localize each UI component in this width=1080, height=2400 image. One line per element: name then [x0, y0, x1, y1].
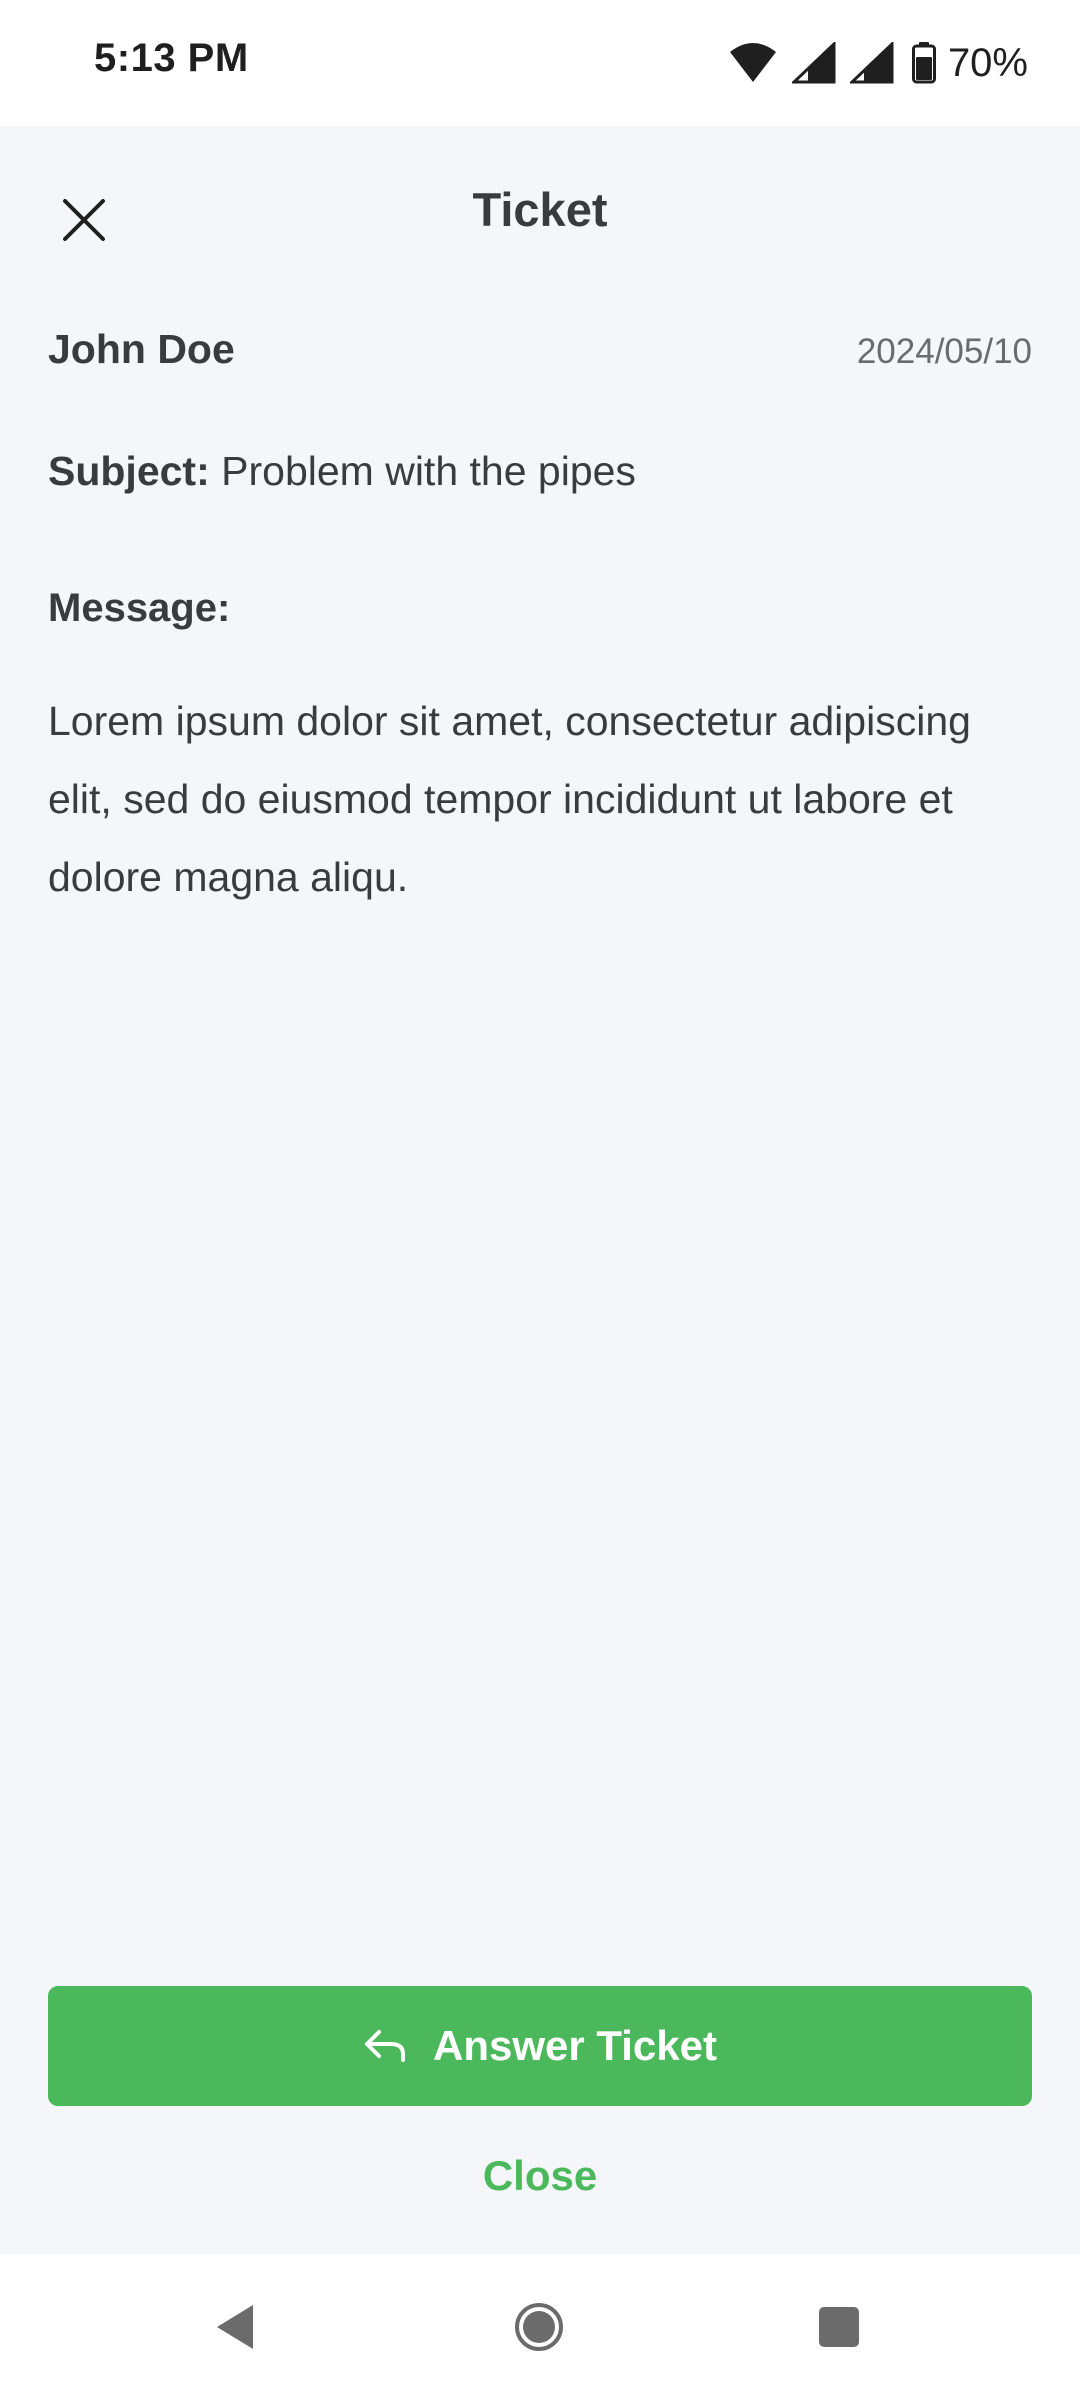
reply-icon [363, 2024, 407, 2068]
back-icon[interactable] [202, 2294, 268, 2360]
wifi-icon [728, 42, 778, 84]
page-title: Ticket [472, 183, 608, 236]
top-bar: Ticket [0, 126, 1080, 298]
close-button[interactable]: Close [0, 2152, 1080, 2200]
cell-signal-icon [791, 42, 836, 84]
battery-icon [911, 42, 936, 84]
subject-value: Problem with the pipes [221, 448, 636, 494]
answer-ticket-button[interactable]: Answer Ticket [48, 1986, 1032, 2106]
cell-signal-icon [849, 42, 894, 84]
answer-ticket-label: Answer Ticket [432, 2022, 717, 2069]
status-bar: 5:13 PM 70% [0, 0, 1080, 126]
status-time: 5:13 PM [94, 36, 249, 80]
battery-percent: 70% [947, 40, 1028, 85]
ticket-date: 2024/05/10 [856, 332, 1032, 371]
message-body: Lorem ipsum dolor sit amet, consectetur … [48, 698, 971, 900]
ticket-subject: Subject: Problem with the pipes [48, 448, 1032, 495]
message-label: Message: [48, 586, 231, 630]
ticket-sender: John Doe [48, 326, 235, 372]
ticket-screen: Ticket John Doe 2024/05/10 Subject: Prob… [0, 126, 1080, 2254]
home-icon[interactable] [506, 2294, 572, 2360]
recents-icon[interactable] [806, 2294, 872, 2360]
subject-label: Subject: [48, 448, 210, 494]
navigation-bar [0, 2254, 1080, 2400]
screen: 5:13 PM 70% Ticket John Doe 2024/05/10 S… [0, 0, 1080, 2400]
status-icons: 70% [728, 38, 1028, 88]
